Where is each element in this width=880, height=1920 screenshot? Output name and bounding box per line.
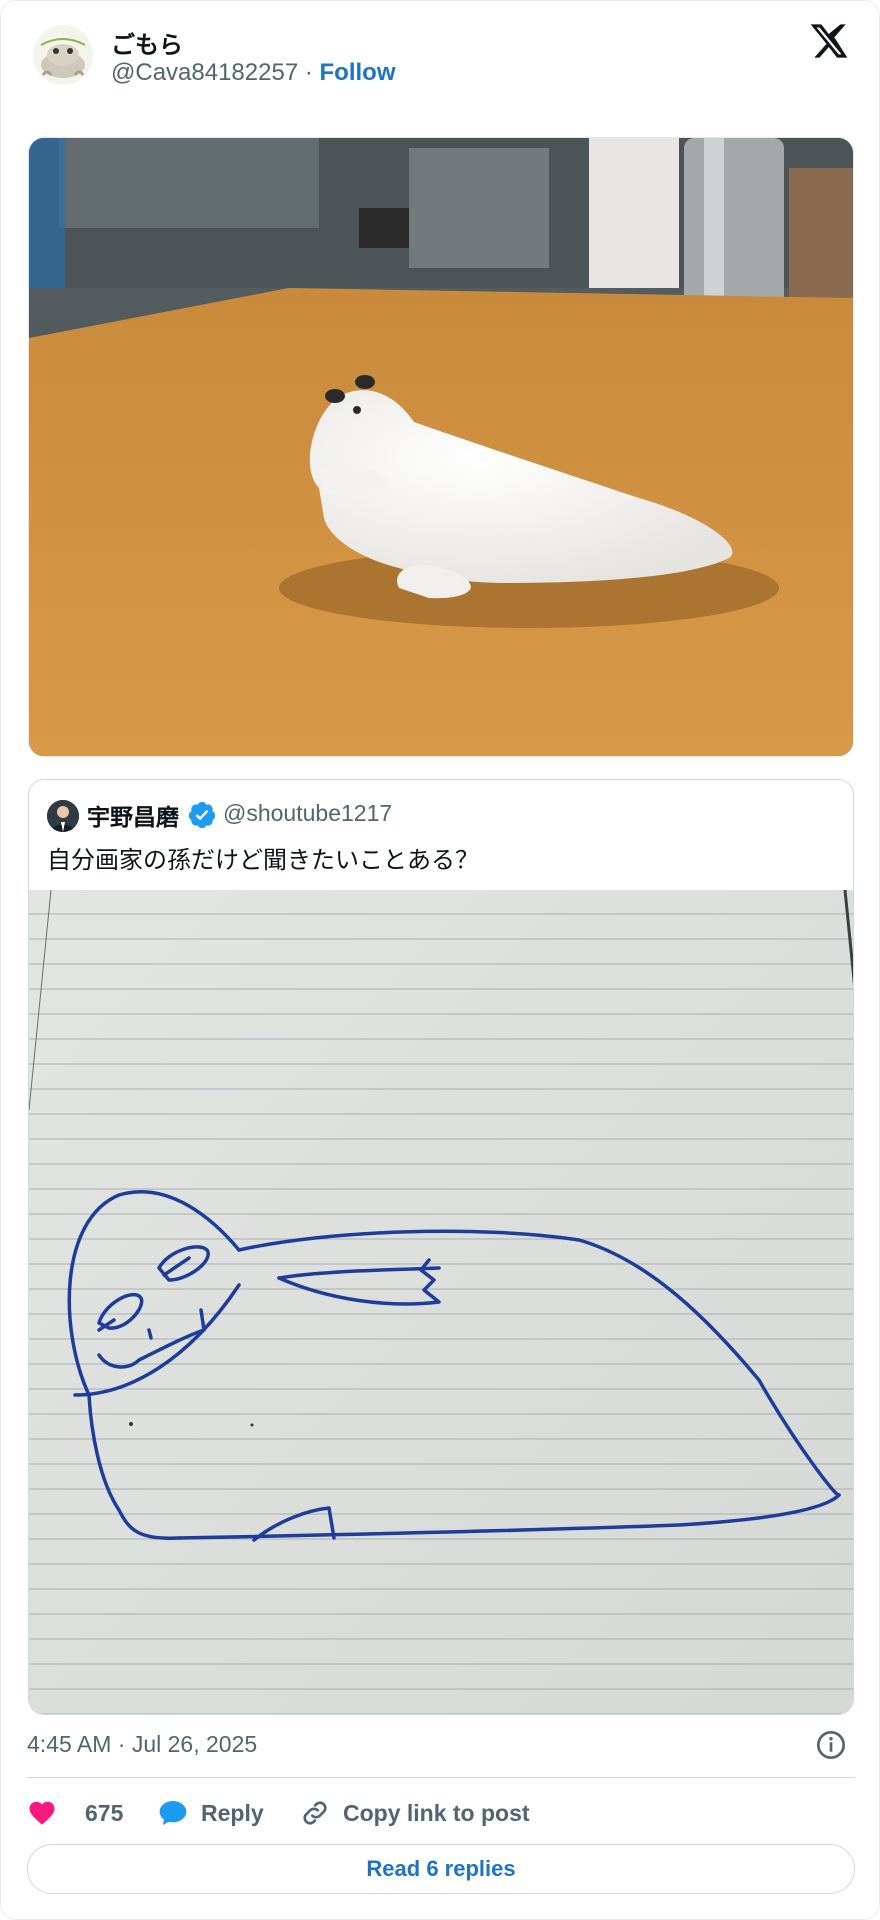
- reply-label: Reply: [201, 1799, 264, 1826]
- post-photo-clay-seal[interactable]: [28, 137, 854, 757]
- follow-link[interactable]: Follow: [320, 59, 396, 86]
- reply-bubble-icon: [159, 1801, 187, 1825]
- copy-link-label: Copy link to post: [343, 1799, 530, 1826]
- heart-icon: [29, 1801, 55, 1825]
- info-icon[interactable]: [815, 1729, 847, 1761]
- seal-drawing-photo: [29, 889, 853, 1714]
- post-actions: 675 Reply Copy link to post: [27, 1791, 855, 1835]
- author-handle[interactable]: @Cava84182257: [111, 59, 298, 86]
- read-replies-button[interactable]: Read 6 replies: [27, 1844, 855, 1894]
- author-meta: @Cava84182257 · Follow: [111, 59, 395, 87]
- like-count: 675: [85, 1799, 124, 1826]
- embedded-post-card: ごもら @Cava84182257 · Follow 宇野昌磨 @shoutub…: [0, 0, 880, 1920]
- reply-button[interactable]: Reply: [157, 1791, 264, 1835]
- meta-separator: ·: [298, 59, 320, 86]
- author-avatar[interactable]: [33, 25, 93, 85]
- copy-link-button[interactable]: Copy link to post: [299, 1791, 530, 1835]
- verified-icon: [188, 801, 216, 829]
- quoted-author-avatar[interactable]: [47, 800, 79, 832]
- author-display-name[interactable]: ごもら: [111, 25, 183, 60]
- footer-divider: [27, 1777, 855, 1778]
- quoted-display-name[interactable]: 宇野昌磨: [87, 798, 179, 832]
- frog-avatar-icon: [33, 25, 93, 85]
- quoted-post[interactable]: 宇野昌磨 @shoutube1217 自分画家の孫だけど聞きたいことある？: [28, 779, 854, 1715]
- person-avatar-icon: [47, 800, 79, 832]
- link-icon: [303, 1801, 327, 1825]
- quoted-handle[interactable]: @shoutube1217: [223, 800, 392, 827]
- like-button[interactable]: 675: [27, 1791, 123, 1835]
- quoted-text: 自分画家の孫だけど聞きたいことある？: [47, 847, 479, 874]
- clay-seal-photo: [29, 138, 853, 756]
- post-timestamp[interactable]: 4:45 AM · Jul 26, 2025: [27, 1731, 257, 1758]
- quoted-photo-seal-drawing[interactable]: [29, 889, 853, 1714]
- x-logo-icon[interactable]: [809, 21, 849, 61]
